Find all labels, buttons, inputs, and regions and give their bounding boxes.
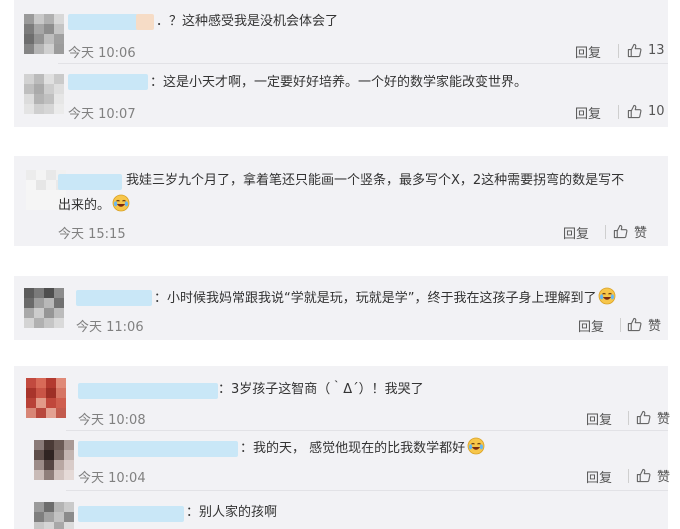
- laughing-crying-emoji-icon: [467, 437, 485, 455]
- comment-text: ：我的天， 感觉他现在的比我数学都好: [240, 437, 485, 460]
- comment-time: 今天 10:08: [78, 413, 146, 428]
- comment-text: ．？这种感受我是没机会体会了: [156, 14, 339, 29]
- like-button[interactable]: 赞: [636, 408, 671, 427]
- comment-time: 今天 11:06: [76, 320, 144, 335]
- like-label: 赞: [657, 411, 671, 427]
- reply-button[interactable]: 回复: [578, 316, 604, 335]
- divider: [66, 430, 668, 431]
- comment-item: ．？这种感受我是没机会体会了 今天 10:06 回复 13: [14, 0, 668, 62]
- like-button[interactable]: 赞: [627, 315, 662, 334]
- comment-text: ：这是小天才啊，一定要好好培养。一个好的数学家能改变世界。: [150, 75, 528, 90]
- avatar[interactable]: [34, 440, 74, 480]
- username-blurred[interactable]: [78, 383, 218, 399]
- divider: [628, 469, 629, 483]
- comment-card: ：小时候我妈常跟我说“学就是玩，玩就是学”，终于我在这孩子身上理解到了 今天 1…: [14, 276, 668, 340]
- reply-button[interactable]: 回复: [586, 467, 612, 486]
- comment-time: 今天 10:04: [78, 471, 146, 486]
- like-label: 赞: [634, 225, 648, 241]
- reply-button[interactable]: 回复: [575, 103, 601, 122]
- username-blurred[interactable]: [58, 174, 122, 190]
- username-blurred[interactable]: [68, 14, 138, 30]
- divider: [620, 318, 621, 332]
- divider: [618, 44, 619, 58]
- username-blurred[interactable]: [76, 290, 152, 306]
- avatar[interactable]: [34, 502, 74, 529]
- comment-card: ：3岁孩子这智商（｀Δ´）！我哭了 今天 10:08 回复 赞 ：我的天， 感觉…: [14, 366, 671, 529]
- comment-text: ：小时候我妈常跟我说“学就是玩，玩就是学”，终于我在这孩子身上理解到了: [154, 287, 616, 310]
- divider: [618, 105, 619, 119]
- like-button[interactable]: 10: [627, 102, 665, 120]
- like-label: 赞: [648, 318, 662, 334]
- thumbs-up-icon: [636, 468, 651, 482]
- avatar[interactable]: [26, 378, 66, 418]
- thumbs-up-icon: [627, 317, 642, 331]
- comment-card: ．？这种感受我是没机会体会了 今天 10:06 回复 13 ：这是小天才啊，一定…: [14, 0, 668, 127]
- reply-button[interactable]: 回复: [575, 42, 601, 61]
- like-count: 10: [648, 103, 665, 119]
- username-blurred[interactable]: [68, 74, 148, 90]
- avatar[interactable]: [24, 14, 64, 54]
- comment-text-line2: 出来的。: [58, 194, 130, 217]
- thumbs-up-icon: [636, 410, 651, 424]
- comment-card: 我娃三岁九个月了，拿着笔还只能画一个竖条，最多写个X，2这种需要拐弯的数是写不 …: [14, 156, 668, 246]
- comment-item: ：我的天， 感觉他现在的比我数学都好 今天 10:04 回复 赞: [14, 432, 671, 488]
- comment-time: 今天 15:15: [58, 227, 126, 242]
- comment-text: ：别人家的孩啊: [186, 505, 278, 520]
- divider: [66, 490, 668, 491]
- like-button[interactable]: 赞: [613, 222, 648, 241]
- avatar[interactable]: [24, 74, 64, 114]
- comment-item: ：这是小天才啊，一定要好好培养。一个好的数学家能改变世界。 今天 10:07 回…: [14, 64, 668, 126]
- comment-time: 今天 10:07: [68, 107, 136, 122]
- username-blurred[interactable]: [78, 506, 184, 522]
- comment-item: ：3岁孩子这智商（｀Δ´）！我哭了 今天 10:08 回复 赞: [14, 366, 671, 428]
- thumbs-up-icon: [627, 43, 642, 57]
- thumbs-up-icon: [613, 224, 628, 238]
- reply-button[interactable]: 回复: [563, 223, 589, 242]
- comment-time: 今天 10:06: [68, 46, 136, 61]
- comment-text: 我娃三岁九个月了，拿着笔还只能画一个竖条，最多写个X，2这种需要拐弯的数是写不: [126, 173, 625, 188]
- comment-item: ：别人家的孩啊: [14, 492, 668, 529]
- laughing-crying-emoji-icon: [599, 287, 616, 305]
- divider: [628, 411, 629, 425]
- avatar[interactable]: [24, 288, 64, 328]
- like-label: 赞: [657, 469, 671, 485]
- comment-text: ：3岁孩子这智商（｀Δ´）！我哭了: [218, 382, 424, 397]
- like-count: 13: [648, 42, 665, 58]
- reply-button[interactable]: 回复: [586, 409, 612, 428]
- like-button[interactable]: 13: [627, 41, 665, 59]
- like-button[interactable]: 赞: [636, 466, 671, 485]
- thumbs-up-icon: [627, 104, 642, 118]
- divider: [605, 225, 606, 239]
- username-blurred[interactable]: [78, 441, 238, 457]
- username-blurred-tail: [136, 14, 154, 30]
- laughing-crying-emoji-icon: [112, 194, 130, 212]
